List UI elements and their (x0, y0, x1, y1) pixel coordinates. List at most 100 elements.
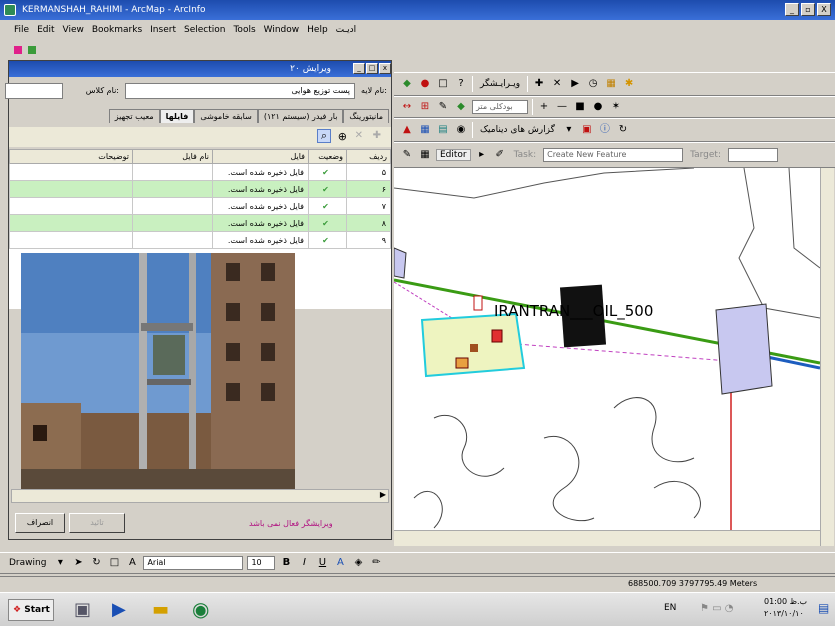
tab-monitoring[interactable]: مانیتورینگ (343, 109, 389, 123)
dialog-maximize-button[interactable]: □ (366, 63, 378, 74)
close-x-icon[interactable]: ✕ (550, 77, 564, 91)
clock-icon[interactable]: ◷ (586, 77, 600, 91)
menu-help[interactable]: Help (307, 25, 328, 35)
tab-feeder-load[interactable]: بار فیدر (سیستم ۱۲۱) (257, 109, 344, 123)
chevron-down-icon[interactable]: ▾ (53, 556, 67, 570)
map-canvas[interactable]: IRANTRAN___OIL_500 (394, 168, 820, 530)
menu-bookmarks[interactable]: Bookmarks (92, 25, 142, 35)
refresh-icon[interactable]: ↻ (616, 123, 630, 137)
delete-icon[interactable]: ✕ (355, 130, 363, 141)
tray-icons[interactable]: ⚑ ▭ ◔ (700, 603, 734, 614)
menu-tools[interactable]: Tools (233, 25, 255, 35)
square-icon[interactable]: ■ (573, 100, 587, 114)
column-header-description[interactable]: توضیحات (9, 149, 133, 164)
table-row[interactable]: ۶ ✔ فایل ذخیره شده است. (9, 180, 391, 198)
menu-insert[interactable]: Insert (150, 25, 176, 35)
color-swatch-icon[interactable] (14, 46, 22, 54)
tab-files[interactable]: فایلها (159, 109, 195, 123)
italic-button[interactable]: I (297, 556, 311, 570)
computer-icon[interactable]: ▣ (74, 599, 91, 620)
play-icon[interactable]: ▶ (568, 77, 582, 91)
rectangle-icon[interactable]: □ (107, 556, 121, 570)
column-header-file[interactable]: فایل (212, 149, 309, 164)
bold-button[interactable]: B (279, 556, 293, 570)
close-button[interactable]: X (817, 3, 831, 16)
chevron-down-icon[interactable]: ▾ (562, 123, 576, 137)
layer-name-field[interactable]: پست توزیع هوایی (125, 83, 355, 99)
font-color-icon[interactable]: A (333, 556, 347, 570)
record-icon[interactable]: ● (418, 77, 432, 91)
arrow-tool-icon[interactable]: ↔ (400, 100, 414, 114)
start-button[interactable]: ❖ Start (8, 599, 54, 621)
sketch-icon[interactable]: ✎ (436, 100, 450, 114)
map-horizontal-scrollbar[interactable] (394, 530, 820, 546)
minimize-button[interactable]: _ (785, 3, 799, 16)
plus-icon[interactable]: + (537, 100, 551, 114)
font-select[interactable]: Arial (143, 556, 244, 570)
info-icon[interactable]: ⓘ (598, 123, 612, 137)
tab-faulty-equipment[interactable]: معیب تجهیز (108, 109, 160, 123)
color-swatch-icon[interactable] (28, 46, 36, 54)
select-arrow-icon[interactable]: ➤ (71, 556, 85, 570)
edit-icon[interactable]: ✎ (400, 148, 414, 162)
menu-file[interactable]: File (14, 25, 29, 35)
column-header-row-number[interactable]: ردیف (346, 149, 391, 164)
line-color-icon[interactable]: ✏ (369, 556, 383, 570)
chart-icon[interactable]: ▲ (400, 123, 414, 137)
tab-outage-history[interactable]: سابقه خاموشی (194, 109, 258, 123)
dialog-minimize-button[interactable]: _ (353, 63, 365, 74)
menu-edit-fa[interactable]: ادیـت (336, 25, 357, 35)
ok-button[interactable]: تائید (69, 513, 125, 533)
help-icon[interactable]: ? (454, 77, 468, 91)
drawing-menu[interactable]: Drawing (6, 558, 49, 568)
gem-icon[interactable]: ◆ (454, 100, 468, 114)
rotate-icon[interactable]: ↻ (89, 556, 103, 570)
print-icon[interactable]: ▣ (580, 123, 594, 137)
map-vertical-scrollbar[interactable] (820, 168, 834, 546)
toolbar-combo[interactable]: بودکلی متر (472, 100, 528, 114)
dynamic-reports-menu[interactable]: گزارش های دینامیک (477, 125, 558, 135)
db-icon[interactable]: ◉ (454, 123, 468, 137)
scroll-right-icon[interactable]: ▶ (380, 490, 386, 499)
fill-color-icon[interactable]: ◈ (351, 556, 365, 570)
arrow-right-icon[interactable]: ▸ (475, 148, 489, 162)
table-row[interactable]: ۸ ✔ فایل ذخیره شده است. (9, 214, 391, 232)
menu-selection[interactable]: Selection (184, 25, 225, 35)
grid-small-icon[interactable]: ▦ (418, 148, 432, 162)
line-icon[interactable]: — (555, 100, 569, 114)
add-data-icon[interactable]: ◆ (400, 77, 414, 91)
menu-view[interactable]: View (63, 25, 84, 35)
layers-icon[interactable]: ▦ (604, 77, 618, 91)
target-combo[interactable] (728, 148, 778, 162)
identify-icon[interactable]: ✚ (532, 77, 546, 91)
menu-window[interactable]: Window (264, 25, 300, 35)
table-icon[interactable]: ▤ (436, 123, 450, 137)
measure-icon[interactable]: ⊞ (418, 100, 432, 114)
show-desktop-icon[interactable]: ▤ (818, 601, 829, 615)
circle-icon[interactable]: ● (591, 100, 605, 114)
zoom-in-icon[interactable]: ⊕ (338, 130, 347, 143)
menu-edit[interactable]: Edit (37, 25, 54, 35)
window-icon[interactable]: □ (436, 77, 450, 91)
pencil-icon[interactable]: ✐ (493, 148, 507, 162)
editor-menu-fa[interactable]: ویـرایـشگر (477, 79, 523, 89)
font-size-select[interactable]: 10 (247, 556, 276, 570)
star-icon[interactable]: ✶ (609, 100, 623, 114)
puzzle-icon[interactable]: ✱ (622, 77, 636, 91)
task-combo[interactable]: Create New Feature (543, 148, 684, 162)
text-icon[interactable]: A (125, 556, 139, 570)
dialog-close-button[interactable]: x (379, 63, 391, 74)
search-icon[interactable]: ⌕ (317, 129, 331, 143)
underline-button[interactable]: U (315, 556, 329, 570)
column-header-file-name[interactable]: نام فایل (132, 149, 213, 164)
maximize-button[interactable]: ▫ (801, 3, 815, 16)
table-row[interactable]: ۵ ✔ فایل ذخیره شده است. (9, 163, 391, 181)
arcmap-globe-icon[interactable]: ◉ (192, 597, 209, 621)
editor-dropdown[interactable]: Editor (436, 149, 471, 161)
powershell-icon[interactable]: ▶ (112, 599, 126, 620)
grid-icon[interactable]: ▦ (418, 123, 432, 137)
column-header-status[interactable]: وضعیت (308, 149, 347, 164)
table-row[interactable]: ۹ ✔ فایل ذخیره شده است. (9, 231, 391, 249)
cancel-button[interactable]: انصراف (15, 513, 65, 533)
add-icon[interactable]: ✚ (373, 130, 381, 141)
